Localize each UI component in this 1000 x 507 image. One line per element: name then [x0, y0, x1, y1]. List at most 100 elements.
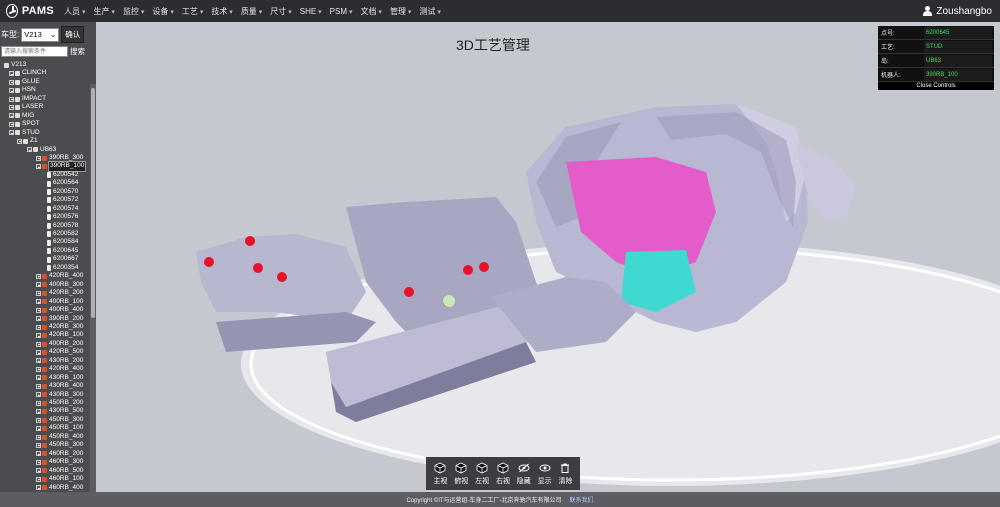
- nav-menu-item[interactable]: 尺寸: [266, 6, 295, 17]
- user-menu[interactable]: Zoushangbo: [923, 6, 1000, 17]
- tree-node[interactable]: IMPACT: [9, 95, 46, 103]
- tree-node[interactable]: CLINCH: [9, 69, 46, 77]
- tree-node[interactable]: 430RB_200: [36, 357, 83, 365]
- stud-point-marker[interactable]: [204, 257, 214, 267]
- 3d-viewport[interactable]: 3D工艺管理 点号: 6200645 工艺: STUD 岛: UB63 机器人: 390RB_…: [96, 22, 1000, 492]
- expand-toggle-icon[interactable]: [36, 476, 41, 482]
- tree-node[interactable]: 420RB_500: [36, 348, 83, 356]
- expand-toggle-icon[interactable]: [36, 299, 41, 305]
- expand-toggle-icon[interactable]: [36, 459, 41, 465]
- expand-toggle-icon[interactable]: [36, 451, 41, 457]
- tree-node[interactable]: 6200542: [47, 171, 78, 179]
- view-tool-button[interactable]: 清除: [558, 462, 572, 486]
- expand-toggle-icon[interactable]: [36, 290, 41, 296]
- tree-node[interactable]: 6200584: [47, 238, 78, 246]
- tree-node[interactable]: 460RB_400: [36, 484, 83, 492]
- tree-node[interactable]: 6200645: [47, 247, 78, 255]
- selected-point-marker[interactable]: [443, 295, 455, 307]
- tree-node[interactable]: 430RB_300: [36, 391, 83, 399]
- view-tool-button[interactable]: 右视: [496, 462, 510, 486]
- tree-node[interactable]: 390RB_100: [36, 161, 87, 172]
- expand-toggle-icon[interactable]: [36, 273, 41, 279]
- expand-toggle-icon[interactable]: [36, 434, 41, 440]
- expand-toggle-icon[interactable]: [36, 485, 41, 491]
- tree-node[interactable]: 450RB_300: [36, 441, 83, 449]
- search-button[interactable]: 搜索: [70, 46, 85, 57]
- nav-menu-item[interactable]: 监控: [119, 6, 148, 17]
- expand-toggle-icon[interactable]: [36, 282, 41, 288]
- stud-point-marker[interactable]: [253, 263, 263, 273]
- expand-toggle-icon[interactable]: [36, 307, 41, 313]
- expand-toggle-icon[interactable]: [9, 88, 14, 94]
- search-input[interactable]: [1, 46, 68, 57]
- nav-menu-item[interactable]: 生产: [89, 6, 118, 17]
- tree-node[interactable]: V213: [4, 61, 26, 69]
- tree-node[interactable]: 6200667: [47, 255, 78, 263]
- tree-node[interactable]: 400RB_400: [36, 306, 83, 314]
- expand-toggle-icon[interactable]: [36, 164, 41, 170]
- tree-node[interactable]: UB63: [27, 146, 56, 154]
- expand-toggle-icon[interactable]: [9, 121, 14, 127]
- expand-toggle-icon[interactable]: [36, 383, 41, 389]
- info-value[interactable]: STUD: [924, 40, 992, 53]
- tree-node[interactable]: LASER: [9, 103, 43, 111]
- expand-toggle-icon[interactable]: [36, 409, 41, 415]
- expand-toggle-icon[interactable]: [36, 324, 41, 330]
- expand-toggle-icon[interactable]: [36, 400, 41, 406]
- contact-link[interactable]: 联系我们: [570, 495, 594, 504]
- close-controls-button[interactable]: Close Controls: [878, 82, 994, 90]
- nav-menu-item[interactable]: PSM: [326, 7, 357, 16]
- expand-toggle-icon[interactable]: [36, 417, 41, 423]
- stud-point-marker[interactable]: [404, 287, 414, 297]
- tree-node[interactable]: 6200570: [47, 188, 78, 196]
- tree-node[interactable]: 450RB_300: [36, 416, 83, 424]
- tree-node[interactable]: 6200578: [47, 222, 78, 230]
- scrollbar-thumb[interactable]: [91, 88, 95, 318]
- nav-menu-item[interactable]: SHE: [296, 7, 326, 16]
- view-tool-button[interactable]: 显示: [538, 462, 552, 486]
- view-tool-button[interactable]: 俯视: [454, 462, 468, 486]
- nav-menu-item[interactable]: 人员: [60, 6, 89, 17]
- expand-toggle-icon[interactable]: [36, 155, 41, 161]
- nav-menu-item[interactable]: 工艺: [178, 6, 207, 17]
- tree-node[interactable]: MIG: [9, 112, 34, 120]
- expand-toggle-icon[interactable]: [36, 375, 41, 381]
- expand-toggle-icon[interactable]: [9, 130, 14, 136]
- tree-node[interactable]: 460RB_500: [36, 467, 83, 475]
- nav-menu-item[interactable]: 测试: [415, 6, 444, 17]
- expand-toggle-icon[interactable]: [9, 104, 14, 110]
- tree-node[interactable]: 460RB_200: [36, 450, 83, 458]
- tree-node[interactable]: 450RB_200: [36, 399, 83, 407]
- tree-node[interactable]: 420RB_300: [36, 323, 83, 331]
- stud-point-marker[interactable]: [245, 236, 255, 246]
- model-select[interactable]: V213 ⌄: [21, 27, 60, 42]
- expand-toggle-icon[interactable]: [9, 79, 14, 85]
- expand-toggle-icon[interactable]: [36, 350, 41, 355]
- tree-node[interactable]: 460RB_300: [36, 458, 83, 466]
- expand-toggle-icon[interactable]: [9, 71, 14, 77]
- info-value[interactable]: 390RB_100: [924, 68, 992, 81]
- tree-node[interactable]: 6200582: [47, 230, 78, 238]
- tree-node[interactable]: SPOT: [9, 120, 40, 128]
- tree-node[interactable]: 450RB_100: [36, 424, 83, 432]
- nav-menu-item[interactable]: 文档: [356, 6, 385, 17]
- tree-node[interactable]: 6200576: [47, 213, 78, 221]
- brand[interactable]: PAMS: [0, 0, 60, 22]
- nav-menu-item[interactable]: 管理: [386, 6, 415, 17]
- expand-toggle-icon[interactable]: [36, 426, 41, 432]
- tree-node[interactable]: 390RB_300: [36, 154, 83, 162]
- tree-node[interactable]: 420RB_400: [36, 272, 83, 280]
- tree-node[interactable]: 6200574: [47, 205, 78, 213]
- tree-node[interactable]: 430RB_100: [36, 374, 83, 382]
- expand-toggle-icon[interactable]: [27, 147, 32, 153]
- nav-menu-item[interactable]: 技术: [207, 6, 236, 17]
- info-value[interactable]: UB63: [924, 54, 992, 67]
- stud-point-marker[interactable]: [463, 265, 473, 275]
- stud-point-marker[interactable]: [277, 272, 287, 282]
- expand-toggle-icon[interactable]: [36, 358, 41, 364]
- view-tool-button[interactable]: 左视: [475, 462, 489, 486]
- nav-menu-item[interactable]: 设备: [148, 6, 177, 17]
- tree-node[interactable]: 6200572: [47, 196, 78, 204]
- tree-node[interactable]: 430RB_400: [36, 382, 83, 390]
- tree-node[interactable]: 450RB_400: [36, 433, 83, 441]
